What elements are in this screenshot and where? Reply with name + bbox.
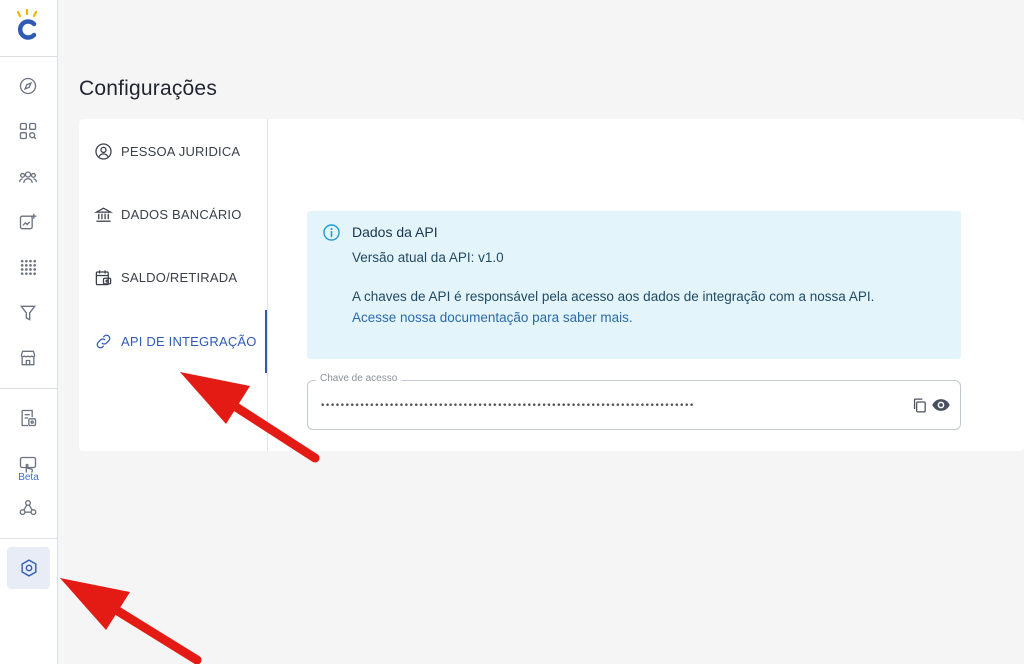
arrow-to-settings bbox=[95, 595, 202, 664]
sidebar: Beta bbox=[0, 0, 58, 664]
tab-label: SALDO/RETIRADA bbox=[121, 269, 238, 285]
access-key-field: Chave de acesso bbox=[307, 373, 961, 430]
tab-pessoa-juridica[interactable]: PESSOA JURIDICA bbox=[79, 131, 268, 171]
api-version-text: Versão atual da API: v1.0 bbox=[352, 250, 504, 265]
settings-card: PESSOA JURIDICA DADOS BANCÁRIO SALDO/RET… bbox=[79, 119, 1024, 451]
link-icon bbox=[96, 334, 111, 348]
access-key-label: Chave de acesso bbox=[316, 373, 402, 384]
user-circle-icon bbox=[95, 142, 112, 160]
apps-search-icon[interactable] bbox=[14, 117, 42, 145]
info-icon bbox=[323, 224, 340, 241]
wallet-calendar-icon bbox=[95, 269, 112, 285]
image-plus-icon[interactable] bbox=[14, 208, 42, 236]
beta-badge: Beta bbox=[18, 472, 39, 483]
api-info-alert: Dados da API Versão atual da API: v1.0 A… bbox=[307, 211, 961, 359]
page-title: Configurações bbox=[79, 77, 218, 100]
users-icon[interactable] bbox=[14, 163, 42, 191]
access-key-input[interactable] bbox=[320, 397, 820, 415]
alert-title: Dados da API bbox=[352, 224, 438, 240]
sidebar-divider bbox=[0, 538, 57, 539]
tab-api-integracao[interactable]: API DE INTEGRAÇÃO bbox=[79, 321, 268, 361]
sidebar-divider bbox=[0, 388, 57, 389]
arrow-head-settings bbox=[60, 578, 130, 630]
bank-icon bbox=[94, 206, 113, 222]
tab-label: DADOS BANCÁRIO bbox=[121, 206, 242, 222]
tab-label: API DE INTEGRAÇÃO bbox=[121, 333, 257, 349]
webhook-icon[interactable] bbox=[14, 494, 42, 522]
api-description-text: A chaves de API é responsável pela acess… bbox=[352, 289, 875, 304]
sidebar-divider bbox=[0, 56, 57, 57]
brand-logo[interactable] bbox=[10, 8, 44, 42]
active-tab-indicator bbox=[265, 310, 267, 373]
grid-dots-icon[interactable] bbox=[14, 253, 42, 281]
tab-saldo-retirada[interactable]: SALDO/RETIRADA bbox=[79, 257, 268, 297]
compass-icon[interactable] bbox=[14, 72, 42, 100]
documentation-link[interactable]: Acesse nossa documentação para saber mai… bbox=[352, 310, 633, 325]
copy-icon[interactable] bbox=[909, 395, 929, 415]
store-icon[interactable] bbox=[14, 344, 42, 372]
tab-dados-bancario[interactable]: DADOS BANCÁRIO bbox=[79, 194, 268, 234]
filter-icon[interactable] bbox=[14, 299, 42, 327]
eye-icon[interactable] bbox=[931, 395, 951, 415]
settings-icon[interactable] bbox=[7, 547, 50, 589]
invoice-icon[interactable] bbox=[14, 404, 42, 432]
tab-label: PESSOA JURIDICA bbox=[121, 143, 241, 159]
settings-tabs: PESSOA JURIDICA DADOS BANCÁRIO SALDO/RET… bbox=[79, 119, 268, 451]
